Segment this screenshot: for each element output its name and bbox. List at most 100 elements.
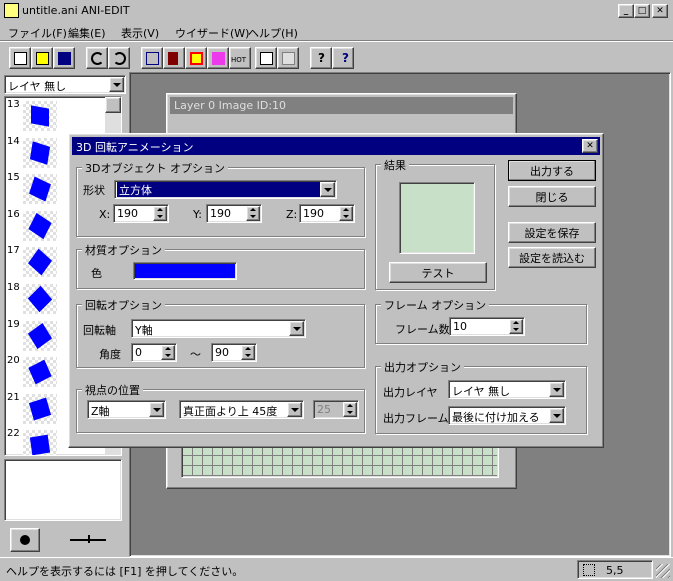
frame-number: 19 [7, 318, 20, 330]
view-options-label: 視点の位置 [82, 382, 143, 398]
menu-view[interactable]: 表示(V) [121, 25, 159, 41]
z-input[interactable]: 190 [299, 204, 355, 223]
grid-button[interactable] [277, 47, 299, 69]
load-settings-button[interactable]: 設定を読込む [508, 247, 596, 268]
angle-from-input[interactable]: 0 [131, 343, 177, 362]
out-layer-label: 出力レイヤ [383, 386, 438, 399]
menu-edit[interactable]: 編集(E) [68, 25, 106, 41]
timeline-slider[interactable] [70, 535, 106, 543]
angle-separator: 〜 [190, 348, 201, 361]
frame-count-input[interactable]: 10 [449, 317, 525, 336]
angle-to-input[interactable]: 90 [211, 343, 257, 362]
status-help-text: ヘルプを表示するには [F1] を押してください。 [6, 565, 244, 578]
angle-from-spinner[interactable] [161, 345, 175, 360]
out-layer-value: レイヤ 無し [452, 385, 511, 398]
axis-label: 回転軸 [83, 324, 116, 337]
view-num-input: 25 [313, 400, 359, 419]
chevron-down-icon[interactable] [287, 402, 302, 417]
undo-icon [91, 52, 104, 65]
layer-select-value: レイヤ 無し [8, 80, 67, 93]
save-settings-button[interactable]: 設定を保存 [508, 222, 596, 243]
layer-select[interactable]: レイヤ 無し [4, 75, 126, 94]
menu-file[interactable]: ファイル(F) [8, 25, 67, 41]
hammer-button[interactable] [163, 47, 185, 69]
view-num-spinner [343, 402, 357, 417]
x-spinner[interactable] [153, 206, 167, 221]
undo-button[interactable] [86, 47, 108, 69]
hotspot-button[interactable]: HOT [229, 47, 251, 69]
close-dialog-button[interactable]: 閉じる [508, 186, 596, 207]
frame-number: 20 [7, 355, 20, 367]
record-button[interactable] [10, 528, 40, 552]
save-icon [58, 52, 71, 65]
save-file-button[interactable] [53, 47, 75, 69]
frame-number: 18 [7, 282, 20, 293]
chevron-down-icon[interactable] [109, 77, 124, 92]
chevron-down-icon[interactable] [289, 321, 304, 336]
preview-box [4, 459, 122, 521]
view-axis-select[interactable]: Z軸 [87, 400, 166, 419]
dialog-title: 3D 回転アニメーション [76, 141, 194, 154]
resize-grip-icon[interactable] [656, 564, 670, 578]
axis-value: Y軸 [135, 324, 153, 337]
help-button[interactable]: ? [310, 47, 332, 69]
grid-icon [282, 52, 295, 65]
app-icon[interactable] [4, 3, 19, 18]
scroll-up-button[interactable] [105, 97, 121, 113]
out-layer-select[interactable]: レイヤ 無し [448, 380, 566, 399]
y-input[interactable]: 190 [206, 204, 262, 223]
material-options-label: 材質オプション [82, 242, 165, 258]
x-label: X: [99, 208, 111, 221]
output-button[interactable]: 出力する [508, 160, 596, 181]
frame-count-spinner[interactable] [509, 319, 523, 334]
frame-number: 13 [7, 99, 20, 110]
axis-select[interactable]: Y軸 [131, 319, 306, 338]
menu-help[interactable]: ヘルプ(H) [248, 25, 298, 41]
menu-wizard[interactable]: ウイザード(W) [175, 25, 249, 41]
slider-thumb[interactable] [88, 535, 90, 543]
frame-list-item[interactable]: 13 [5, 97, 105, 133]
frame-number: 21 [7, 391, 20, 403]
context-help-icon: ? [342, 51, 349, 65]
palette-button[interactable] [185, 47, 207, 69]
close-button[interactable]: ✕ [652, 4, 668, 18]
chevron-down-icon[interactable] [149, 402, 164, 417]
chevron-down-icon[interactable] [549, 382, 564, 397]
status-coords-pane: 5,5 [577, 560, 653, 579]
x-value: 190 [117, 207, 138, 220]
chevron-down-icon[interactable] [320, 182, 335, 197]
color-swatch[interactable] [133, 262, 237, 280]
angle-to-spinner[interactable] [241, 345, 255, 360]
shape-select[interactable]: 立方体 [114, 180, 337, 199]
frame-number: 16 [7, 208, 20, 220]
copy-layer-button[interactable] [255, 47, 277, 69]
dialog-close-button[interactable]: ✕ [582, 139, 598, 153]
sequence-icon [212, 52, 225, 65]
redo-button[interactable] [108, 47, 130, 69]
result-label: 結果 [381, 157, 409, 173]
out-frame-select[interactable]: 最後に付け加える [448, 406, 566, 425]
context-help-button[interactable]: ? [332, 47, 354, 69]
output-options-label: 出力オプション [381, 359, 464, 375]
minimize-button[interactable]: _ [618, 4, 634, 18]
x-input[interactable]: 190 [113, 204, 169, 223]
cube-thumbnail-icon [31, 105, 49, 127]
dialog-title-bar: 3D 回転アニメーション ✕ [72, 137, 600, 155]
angle-label: 角度 [99, 348, 121, 361]
hammer-icon [168, 52, 178, 65]
chevron-down-icon[interactable] [549, 408, 564, 423]
sequence-button[interactable] [207, 47, 229, 69]
maximize-button[interactable]: □ [634, 4, 650, 18]
open-file-button[interactable] [31, 47, 53, 69]
frame-number: 22 [7, 428, 20, 440]
test-button[interactable]: テスト [389, 262, 487, 283]
z-spinner[interactable] [339, 206, 353, 221]
view-angle-select[interactable]: 真正面より上 45度 [179, 400, 304, 419]
new-file-button[interactable] [9, 47, 31, 69]
y-spinner[interactable] [246, 206, 260, 221]
frame-options-label: フレーム オプション [381, 297, 490, 313]
properties-button[interactable] [141, 47, 163, 69]
image-window-title-bar: Layer 0 Image ID:10 [170, 97, 513, 114]
frame-number: 17 [7, 245, 20, 257]
image-canvas[interactable] [181, 444, 499, 478]
